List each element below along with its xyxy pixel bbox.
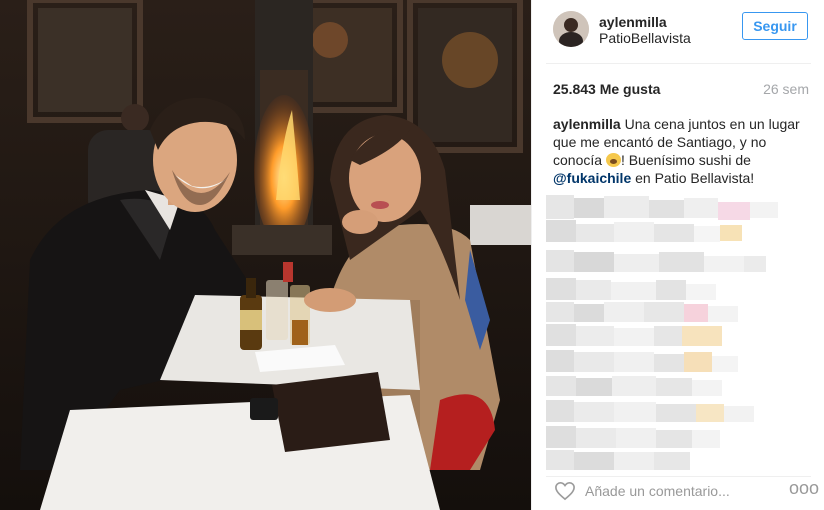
follow-button[interactable]: Seguir bbox=[742, 12, 808, 40]
photo-illustration bbox=[0, 0, 531, 510]
post-details-panel: aylenmilla PatioBellavista Seguir 25.843… bbox=[531, 0, 824, 510]
scream-emoji-icon bbox=[605, 153, 621, 167]
likes-count[interactable]: 25.843 Me gusta bbox=[553, 81, 660, 97]
post-photo[interactable] bbox=[0, 0, 531, 510]
caption-text-2: ! Buenísimo sushi de bbox=[620, 152, 751, 168]
heart-outline-icon[interactable] bbox=[554, 481, 576, 501]
location-link[interactable]: PatioBellavista bbox=[599, 30, 691, 46]
comment-input[interactable] bbox=[585, 481, 755, 501]
pixelated-comments-image bbox=[546, 190, 811, 475]
username-link[interactable]: aylenmilla bbox=[599, 14, 667, 30]
three-dots-icon[interactable]: ooo bbox=[789, 479, 819, 501]
header-divider bbox=[546, 63, 811, 64]
post-timestamp[interactable]: 26 sem bbox=[763, 81, 809, 97]
caption-text-3: en Patio Bellavista! bbox=[635, 170, 755, 186]
comment-divider bbox=[546, 476, 811, 477]
post-header: aylenmilla PatioBellavista Seguir bbox=[532, 0, 824, 63]
avatar-image bbox=[553, 11, 589, 47]
post-caption: aylenmilla Una cena juntos en un lugar q… bbox=[553, 115, 813, 187]
caption-username[interactable]: aylenmilla bbox=[553, 116, 621, 132]
comments-list-pixelated bbox=[546, 190, 811, 475]
caption-mention-link[interactable]: @fukaichile bbox=[553, 170, 631, 186]
avatar[interactable] bbox=[553, 11, 589, 47]
comment-bar: ooo bbox=[532, 478, 824, 510]
